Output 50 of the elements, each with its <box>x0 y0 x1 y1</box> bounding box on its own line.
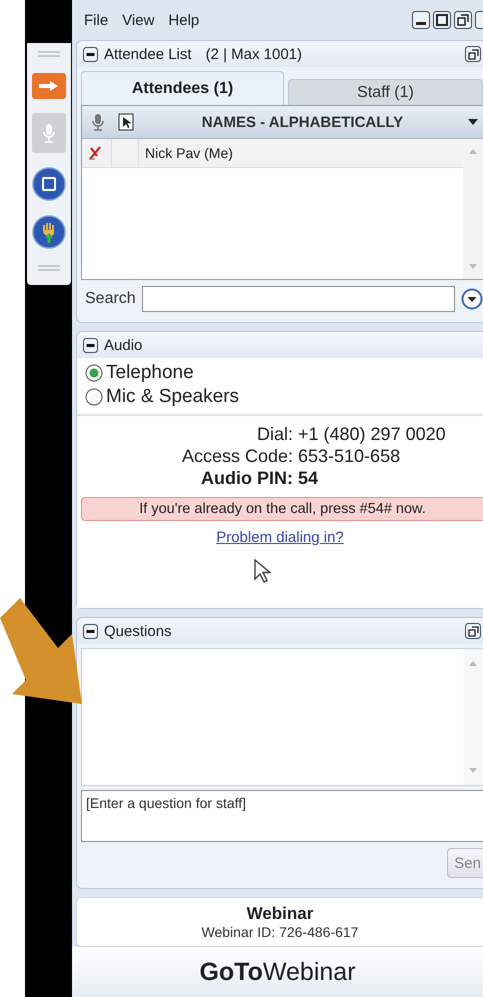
grip-icon[interactable] <box>38 265 60 271</box>
restore-icon[interactable] <box>454 11 472 29</box>
radio-button[interactable] <box>85 364 103 382</box>
collapse-icon[interactable] <box>83 624 98 638</box>
attendee-count: (2 | Max 1001) <box>206 46 302 62</box>
menu-item[interactable]: File <box>84 12 108 28</box>
help-link[interactable]: Problem dialing in? <box>216 529 344 546</box>
menu-item[interactable]: Help <box>168 12 200 28</box>
raise-hand-icon[interactable] <box>32 215 66 249</box>
search-field[interactable] <box>142 286 455 312</box>
popout-icon[interactable] <box>465 623 481 639</box>
question-input[interactable]: [Enter a question for staff] <box>81 790 483 842</box>
webinar-title: Webinar <box>246 904 314 924</box>
microphone-icon[interactable] <box>90 113 106 131</box>
popout-icon[interactable] <box>465 46 481 62</box>
arrow-icon <box>38 80 60 92</box>
webinar-id: Webinar ID: 726-486-617 <box>202 924 358 940</box>
collapse-icon[interactable] <box>83 46 98 62</box>
microphone-icon <box>42 123 56 143</box>
mouse-cursor-icon <box>253 558 271 584</box>
dropdown-icon[interactable] <box>461 288 483 310</box>
maximize-icon[interactable] <box>433 11 451 29</box>
screen-icon[interactable] <box>32 167 66 201</box>
arrow-button[interactable] <box>32 73 66 99</box>
detail-label: Audio PIN: <box>200 468 293 489</box>
panel-title: Attendee List <box>104 46 192 62</box>
detail-label: Dial: <box>256 424 293 445</box>
notice-banner: If you're already on the call, press #54# now. <box>81 497 483 521</box>
panel-title: Questions <box>104 622 172 640</box>
tab[interactable]: Staff (1) <box>288 79 483 105</box>
search-label: Search <box>85 290 136 308</box>
detail-value: 653-510-658 <box>298 446 402 467</box>
audio-option[interactable]: Telephone <box>85 362 475 384</box>
attendee-name[interactable]: Nick Pav (Me) <box>145 145 233 161</box>
minimize-icon[interactable] <box>412 11 430 29</box>
collapse-icon[interactable] <box>83 338 98 352</box>
detail-label: Access Code: <box>180 446 293 467</box>
panel-title: Audio <box>104 336 142 354</box>
window-button-icon[interactable] <box>475 11 483 29</box>
audio-option[interactable]: Mic & Speakers <box>85 386 475 408</box>
detail-value: +1 (480) 297 0020 <box>298 424 447 445</box>
detail-value: 54 <box>298 468 320 489</box>
grip-icon[interactable] <box>38 51 60 57</box>
radio-button[interactable] <box>85 388 103 406</box>
tab[interactable]: Attendees (1) <box>81 71 284 105</box>
cursor-icon[interactable] <box>118 113 134 131</box>
menu-item[interactable]: View <box>122 12 154 28</box>
logo: GoToWebinar <box>72 947 483 997</box>
sort-arrow-icon[interactable] <box>467 118 479 126</box>
muted-microphone-icon <box>87 145 103 161</box>
